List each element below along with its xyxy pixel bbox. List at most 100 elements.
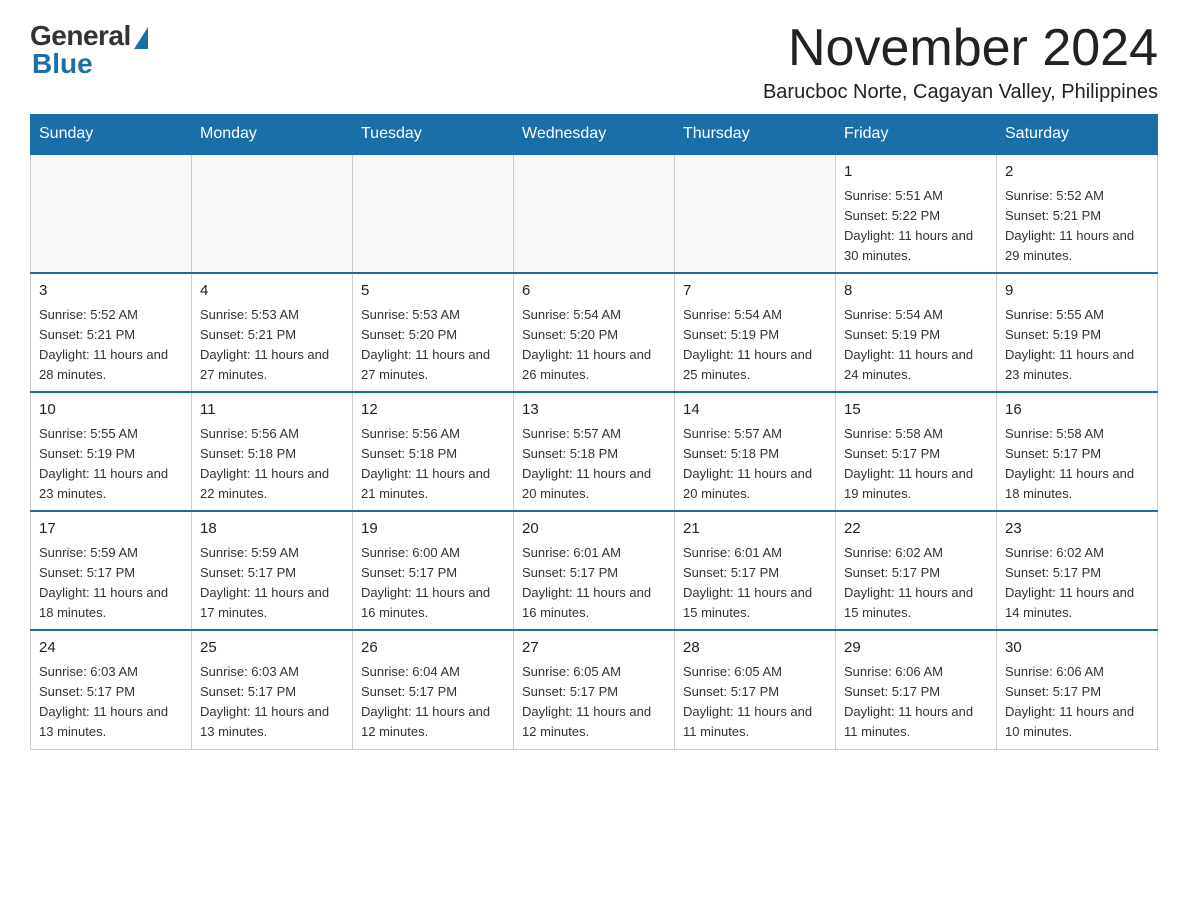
week-row-5: 24Sunrise: 6:03 AMSunset: 5:17 PMDayligh… bbox=[31, 630, 1158, 749]
day-number: 14 bbox=[683, 399, 827, 422]
day-number: 11 bbox=[200, 399, 344, 422]
day-info: Sunrise: 5:54 AMSunset: 5:19 PMDaylight:… bbox=[683, 305, 827, 386]
day-info: Sunrise: 6:00 AMSunset: 5:17 PMDaylight:… bbox=[361, 543, 505, 624]
calendar: SundayMondayTuesdayWednesdayThursdayFrid… bbox=[30, 114, 1158, 749]
day-number: 26 bbox=[361, 637, 505, 660]
day-number: 7 bbox=[683, 280, 827, 303]
weekday-header-sunday: Sunday bbox=[31, 115, 192, 155]
week-row-3: 10Sunrise: 5:55 AMSunset: 5:19 PMDayligh… bbox=[31, 392, 1158, 511]
day-number: 21 bbox=[683, 518, 827, 541]
day-info: Sunrise: 5:54 AMSunset: 5:20 PMDaylight:… bbox=[522, 305, 666, 386]
day-number: 24 bbox=[39, 637, 183, 660]
weekday-header-wednesday: Wednesday bbox=[514, 115, 675, 155]
day-number: 6 bbox=[522, 280, 666, 303]
day-info: Sunrise: 5:57 AMSunset: 5:18 PMDaylight:… bbox=[522, 424, 666, 505]
calendar-cell: 12Sunrise: 5:56 AMSunset: 5:18 PMDayligh… bbox=[353, 392, 514, 511]
day-info: Sunrise: 5:55 AMSunset: 5:19 PMDaylight:… bbox=[1005, 305, 1149, 386]
calendar-cell: 2Sunrise: 5:52 AMSunset: 5:21 PMDaylight… bbox=[997, 154, 1158, 273]
day-number: 12 bbox=[361, 399, 505, 422]
day-info: Sunrise: 6:02 AMSunset: 5:17 PMDaylight:… bbox=[844, 543, 988, 624]
day-number: 17 bbox=[39, 518, 183, 541]
calendar-cell bbox=[192, 154, 353, 273]
calendar-cell: 7Sunrise: 5:54 AMSunset: 5:19 PMDaylight… bbox=[675, 273, 836, 392]
day-number: 15 bbox=[844, 399, 988, 422]
logo-blue-text: Blue bbox=[32, 48, 93, 80]
day-number: 27 bbox=[522, 637, 666, 660]
calendar-cell: 3Sunrise: 5:52 AMSunset: 5:21 PMDaylight… bbox=[31, 273, 192, 392]
day-info: Sunrise: 6:04 AMSunset: 5:17 PMDaylight:… bbox=[361, 662, 505, 743]
day-info: Sunrise: 5:56 AMSunset: 5:18 PMDaylight:… bbox=[361, 424, 505, 505]
title-area: November 2024 Barucboc Norte, Cagayan Va… bbox=[763, 20, 1158, 104]
calendar-cell: 28Sunrise: 6:05 AMSunset: 5:17 PMDayligh… bbox=[675, 630, 836, 749]
weekday-header-monday: Monday bbox=[192, 115, 353, 155]
calendar-cell bbox=[353, 154, 514, 273]
day-number: 20 bbox=[522, 518, 666, 541]
day-number: 18 bbox=[200, 518, 344, 541]
day-number: 22 bbox=[844, 518, 988, 541]
month-title: November 2024 bbox=[763, 20, 1158, 77]
calendar-cell: 27Sunrise: 6:05 AMSunset: 5:17 PMDayligh… bbox=[514, 630, 675, 749]
calendar-cell bbox=[675, 154, 836, 273]
day-info: Sunrise: 5:51 AMSunset: 5:22 PMDaylight:… bbox=[844, 186, 988, 267]
calendar-cell: 14Sunrise: 5:57 AMSunset: 5:18 PMDayligh… bbox=[675, 392, 836, 511]
calendar-cell: 20Sunrise: 6:01 AMSunset: 5:17 PMDayligh… bbox=[514, 511, 675, 630]
day-info: Sunrise: 6:03 AMSunset: 5:17 PMDaylight:… bbox=[200, 662, 344, 743]
logo: General Blue bbox=[30, 20, 148, 80]
day-number: 3 bbox=[39, 280, 183, 303]
calendar-cell: 25Sunrise: 6:03 AMSunset: 5:17 PMDayligh… bbox=[192, 630, 353, 749]
calendar-cell: 5Sunrise: 5:53 AMSunset: 5:20 PMDaylight… bbox=[353, 273, 514, 392]
day-info: Sunrise: 6:02 AMSunset: 5:17 PMDaylight:… bbox=[1005, 543, 1149, 624]
day-info: Sunrise: 5:59 AMSunset: 5:17 PMDaylight:… bbox=[39, 543, 183, 624]
day-info: Sunrise: 5:59 AMSunset: 5:17 PMDaylight:… bbox=[200, 543, 344, 624]
logo-triangle-icon bbox=[134, 27, 148, 49]
day-number: 30 bbox=[1005, 637, 1149, 660]
calendar-cell: 9Sunrise: 5:55 AMSunset: 5:19 PMDaylight… bbox=[997, 273, 1158, 392]
calendar-cell: 13Sunrise: 5:57 AMSunset: 5:18 PMDayligh… bbox=[514, 392, 675, 511]
calendar-cell: 11Sunrise: 5:56 AMSunset: 5:18 PMDayligh… bbox=[192, 392, 353, 511]
day-info: Sunrise: 6:05 AMSunset: 5:17 PMDaylight:… bbox=[522, 662, 666, 743]
day-info: Sunrise: 5:58 AMSunset: 5:17 PMDaylight:… bbox=[1005, 424, 1149, 505]
day-number: 25 bbox=[200, 637, 344, 660]
day-info: Sunrise: 5:52 AMSunset: 5:21 PMDaylight:… bbox=[39, 305, 183, 386]
day-number: 5 bbox=[361, 280, 505, 303]
day-number: 16 bbox=[1005, 399, 1149, 422]
day-info: Sunrise: 6:05 AMSunset: 5:17 PMDaylight:… bbox=[683, 662, 827, 743]
header: General Blue November 2024 Barucboc Nort… bbox=[30, 20, 1158, 104]
calendar-cell: 4Sunrise: 5:53 AMSunset: 5:21 PMDaylight… bbox=[192, 273, 353, 392]
calendar-cell: 16Sunrise: 5:58 AMSunset: 5:17 PMDayligh… bbox=[997, 392, 1158, 511]
calendar-cell bbox=[514, 154, 675, 273]
day-number: 19 bbox=[361, 518, 505, 541]
week-row-2: 3Sunrise: 5:52 AMSunset: 5:21 PMDaylight… bbox=[31, 273, 1158, 392]
weekday-header-thursday: Thursday bbox=[675, 115, 836, 155]
day-info: Sunrise: 5:55 AMSunset: 5:19 PMDaylight:… bbox=[39, 424, 183, 505]
day-info: Sunrise: 6:06 AMSunset: 5:17 PMDaylight:… bbox=[844, 662, 988, 743]
calendar-cell: 6Sunrise: 5:54 AMSunset: 5:20 PMDaylight… bbox=[514, 273, 675, 392]
calendar-cell: 21Sunrise: 6:01 AMSunset: 5:17 PMDayligh… bbox=[675, 511, 836, 630]
day-info: Sunrise: 5:58 AMSunset: 5:17 PMDaylight:… bbox=[844, 424, 988, 505]
day-number: 9 bbox=[1005, 280, 1149, 303]
day-info: Sunrise: 5:56 AMSunset: 5:18 PMDaylight:… bbox=[200, 424, 344, 505]
calendar-cell: 10Sunrise: 5:55 AMSunset: 5:19 PMDayligh… bbox=[31, 392, 192, 511]
calendar-cell: 1Sunrise: 5:51 AMSunset: 5:22 PMDaylight… bbox=[836, 154, 997, 273]
weekday-header-saturday: Saturday bbox=[997, 115, 1158, 155]
week-row-4: 17Sunrise: 5:59 AMSunset: 5:17 PMDayligh… bbox=[31, 511, 1158, 630]
day-number: 29 bbox=[844, 637, 988, 660]
calendar-cell: 17Sunrise: 5:59 AMSunset: 5:17 PMDayligh… bbox=[31, 511, 192, 630]
day-info: Sunrise: 6:01 AMSunset: 5:17 PMDaylight:… bbox=[522, 543, 666, 624]
day-info: Sunrise: 5:53 AMSunset: 5:21 PMDaylight:… bbox=[200, 305, 344, 386]
calendar-cell: 15Sunrise: 5:58 AMSunset: 5:17 PMDayligh… bbox=[836, 392, 997, 511]
day-number: 10 bbox=[39, 399, 183, 422]
day-number: 8 bbox=[844, 280, 988, 303]
weekday-header-tuesday: Tuesday bbox=[353, 115, 514, 155]
day-info: Sunrise: 5:53 AMSunset: 5:20 PMDaylight:… bbox=[361, 305, 505, 386]
day-info: Sunrise: 6:03 AMSunset: 5:17 PMDaylight:… bbox=[39, 662, 183, 743]
calendar-cell: 26Sunrise: 6:04 AMSunset: 5:17 PMDayligh… bbox=[353, 630, 514, 749]
calendar-cell: 22Sunrise: 6:02 AMSunset: 5:17 PMDayligh… bbox=[836, 511, 997, 630]
day-info: Sunrise: 5:57 AMSunset: 5:18 PMDaylight:… bbox=[683, 424, 827, 505]
day-info: Sunrise: 5:54 AMSunset: 5:19 PMDaylight:… bbox=[844, 305, 988, 386]
day-number: 4 bbox=[200, 280, 344, 303]
day-info: Sunrise: 6:06 AMSunset: 5:17 PMDaylight:… bbox=[1005, 662, 1149, 743]
day-info: Sunrise: 6:01 AMSunset: 5:17 PMDaylight:… bbox=[683, 543, 827, 624]
calendar-cell: 30Sunrise: 6:06 AMSunset: 5:17 PMDayligh… bbox=[997, 630, 1158, 749]
weekday-header-friday: Friday bbox=[836, 115, 997, 155]
